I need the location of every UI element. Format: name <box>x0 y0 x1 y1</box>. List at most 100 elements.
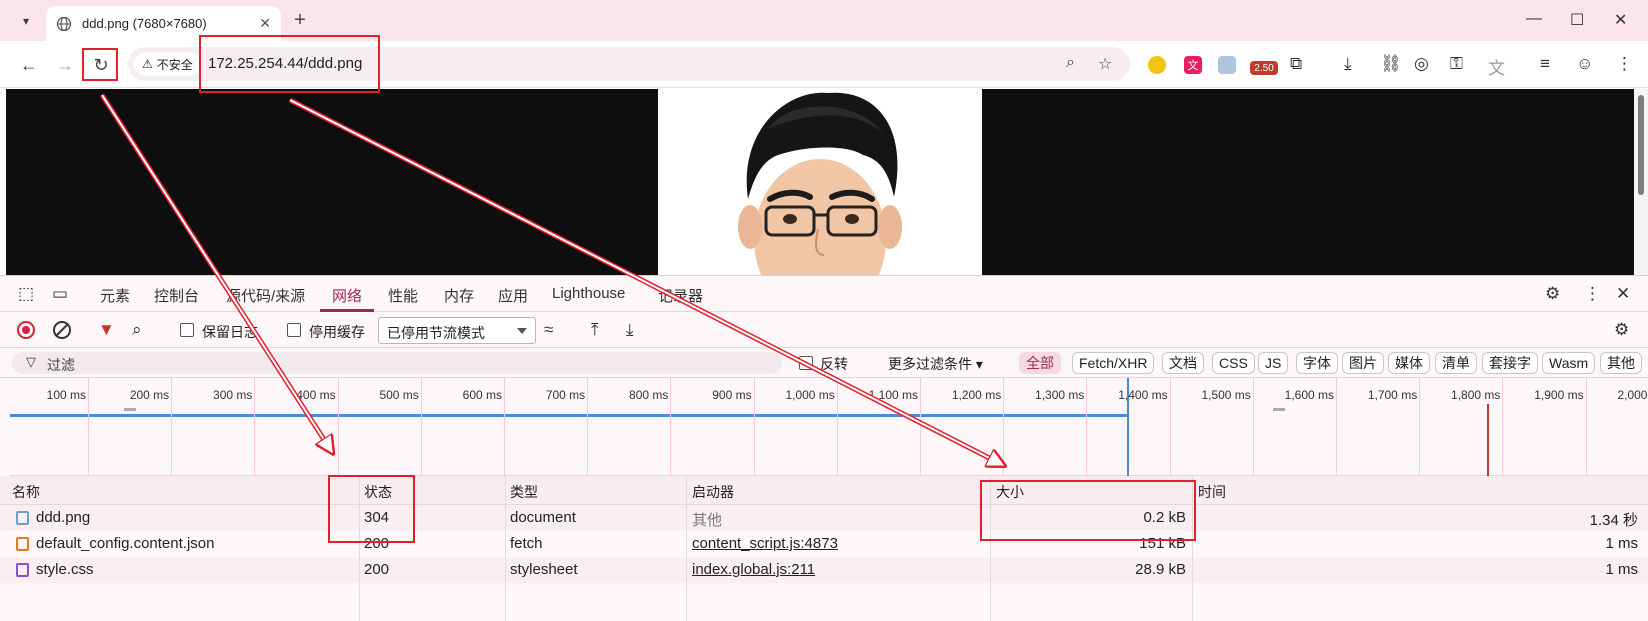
table-row[interactable]: ddd.png 304 document 其他 0.2 kB 1.34 秒 <box>0 505 1648 531</box>
export-har-icon[interactable]: ⤓ <box>626 320 634 340</box>
close-window-icon[interactable]: ✕ <box>1614 10 1627 30</box>
network-conditions-icon[interactable]: ≈ <box>544 320 553 340</box>
tab-recorder[interactable]: 记录器 <box>658 285 703 306</box>
page-viewport <box>6 89 1634 275</box>
url-text[interactable]: 172.25.254.44/ddd.png <box>208 55 362 72</box>
request-type: document <box>510 509 576 526</box>
reload-button[interactable]: ↻ <box>88 52 114 78</box>
request-name[interactable]: style.css <box>36 561 94 578</box>
title-bar: ▾ ddd.png (7680×7680) ✕ + — ☐ ✕ <box>0 0 1648 41</box>
tab-memory[interactable]: 内存 <box>444 285 474 306</box>
record-stop-button[interactable] <box>17 321 35 339</box>
new-tab-button[interactable]: + <box>288 9 312 32</box>
maximize-icon[interactable]: ☐ <box>1570 10 1584 30</box>
network-settings-gear-icon[interactable]: ⚙ <box>1614 320 1629 340</box>
filter-type-js[interactable]: JS <box>1258 352 1289 374</box>
filter-type-font[interactable]: 字体 <box>1296 352 1338 374</box>
column-divider <box>505 476 506 621</box>
translate-extension-icon[interactable]: 文 <box>1184 56 1202 74</box>
devtools-close-icon[interactable]: ✕ <box>1616 284 1630 304</box>
close-tab-icon[interactable]: ✕ <box>259 15 271 32</box>
filter-type-all[interactable]: 全部 <box>1019 352 1061 374</box>
page-scrollbar[interactable] <box>1634 89 1648 275</box>
globe-icon <box>56 16 72 31</box>
settings-gear-icon[interactable]: ⚙ <box>1545 284 1560 304</box>
column-status[interactable]: 状态 <box>364 482 392 502</box>
filter-type-css[interactable]: CSS <box>1212 352 1255 374</box>
tab-search-button[interactable]: ▾ <box>11 9 41 33</box>
file-type-icon <box>16 563 29 577</box>
incognito-icon[interactable]: ◎ <box>1414 54 1429 74</box>
import-har-icon[interactable]: ⤒ <box>591 320 599 340</box>
request-name[interactable]: default_config.content.json <box>36 535 214 552</box>
table-row[interactable]: default_config.content.json 200 fetch conte… <box>0 531 1648 557</box>
filter-type-wasm[interactable]: Wasm <box>1542 352 1596 374</box>
download-icon[interactable]: ⤓ <box>1344 54 1352 74</box>
bookmark-star-icon[interactable]: ☆ <box>1098 54 1112 74</box>
column-time[interactable]: 时间 <box>1198 482 1226 502</box>
column-name[interactable]: 名称 <box>12 482 40 502</box>
column-type[interactable]: 类型 <box>510 482 538 502</box>
timeline-tick-label: 700 ms <box>545 388 586 402</box>
minimize-icon[interactable]: — <box>1526 10 1542 28</box>
preserve-log-checkbox[interactable] <box>180 323 194 337</box>
extension-avatar-icon[interactable] <box>1148 56 1166 74</box>
filter-type-manifest[interactable]: 清单 <box>1435 352 1477 374</box>
invert-checkbox[interactable] <box>799 356 813 370</box>
request-time: 1 ms <box>1605 561 1638 578</box>
translate-icon[interactable]: 文 <box>1488 54 1505 79</box>
back-button[interactable]: ← <box>16 52 42 78</box>
tab-console[interactable]: 控制台 <box>154 285 199 306</box>
column-size[interactable]: 大小 <box>996 482 1024 502</box>
column-initiator[interactable]: 启动器 <box>692 482 734 502</box>
search-icon[interactable]: ⌕ <box>132 320 142 340</box>
address-bar[interactable]: ⚠ 不安全 172.25.254.44/ddd.png ⌕ ☆ <box>128 47 1130 81</box>
request-initiator[interactable]: content_script.js:4873 <box>692 535 838 552</box>
timeline-tick-label: 100 ms <box>46 388 86 402</box>
zoom-icon[interactable]: ⌕ <box>1066 54 1075 72</box>
keyboard-extension-icon[interactable] <box>1218 56 1236 74</box>
request-initiator[interactable]: index.global.js:211 <box>692 561 815 578</box>
browser-toolbar: ← → ↻ ⚠ 不安全 172.25.254.44/ddd.png ⌕ ☆ 文 … <box>0 41 1648 88</box>
tab-lighthouse[interactable]: Lighthouse <box>552 285 625 302</box>
filter-type-media[interactable]: 媒体 <box>1388 352 1430 374</box>
forward-button[interactable]: → <box>52 52 78 78</box>
device-toolbar-icon[interactable]: ▭ <box>52 284 68 304</box>
disable-cache-checkbox[interactable] <box>287 323 301 337</box>
filter-input[interactable]: ▽ 过滤 <box>12 352 782 374</box>
network-overview-timeline[interactable]: 100 ms 200 ms 300 ms 400 ms 500 ms 600 ms 700 … <box>10 378 1648 476</box>
inspect-element-icon[interactable]: ⬚ <box>18 284 34 304</box>
security-chip[interactable]: ⚠ 不安全 <box>134 52 201 76</box>
extension-badge[interactable]: 2.50 <box>1250 61 1278 75</box>
more-menu-icon[interactable]: ⋮ <box>1616 54 1633 74</box>
request-name[interactable]: ddd.png <box>36 509 90 526</box>
extensions-puzzle-icon[interactable]: ⧉ <box>1290 54 1302 74</box>
tab-application[interactable]: 应用 <box>498 285 528 306</box>
request-status: 304 <box>364 509 390 526</box>
filter-type-fetch-xhr[interactable]: Fetch/XHR <box>1072 352 1155 374</box>
reading-list-icon[interactable]: ≡ <box>1540 54 1550 74</box>
tab-network[interactable]: 网络 <box>332 285 362 306</box>
filter-type-other[interactable]: 其他 <box>1600 352 1642 374</box>
timeline-tick-label: 1,700 ms <box>1367 388 1418 402</box>
timeline-tick-label: 200 ms <box>129 388 170 402</box>
tab-performance[interactable]: 性能 <box>388 285 418 306</box>
table-row[interactable]: style.css 200 stylesheet index.global.js:21… <box>0 557 1648 583</box>
devtools-more-icon[interactable]: ⋮ <box>1584 284 1601 304</box>
profile-avatar-icon[interactable]: ☺ <box>1576 54 1593 74</box>
tab-elements[interactable]: 元素 <box>100 285 130 306</box>
filter-funnel-icon[interactable]: ▼ <box>98 320 115 340</box>
browser-tab[interactable]: ddd.png (7680×7680) ✕ <box>46 6 281 41</box>
scrollbar-thumb[interactable] <box>1638 95 1644 195</box>
timeline-tick-label: 300 ms <box>213 388 253 402</box>
link-icon[interactable]: ⛓ <box>1380 54 1402 74</box>
throttling-select[interactable]: 已停用节流模式 <box>378 317 536 344</box>
more-filters-dropdown[interactable]: 更多过滤条件 ▾ <box>888 354 983 374</box>
filter-type-img[interactable]: 图片 <box>1342 352 1384 374</box>
tab-sources[interactable]: 源代码/来源 <box>226 285 305 306</box>
request-time: 1.34 秒 <box>1589 512 1638 529</box>
key-icon[interactable]: ⚿ <box>1450 54 1463 74</box>
filter-type-socket[interactable]: 套接字 <box>1482 352 1538 374</box>
clear-log-button[interactable] <box>53 321 71 339</box>
filter-type-doc[interactable]: 文档 <box>1162 352 1204 374</box>
